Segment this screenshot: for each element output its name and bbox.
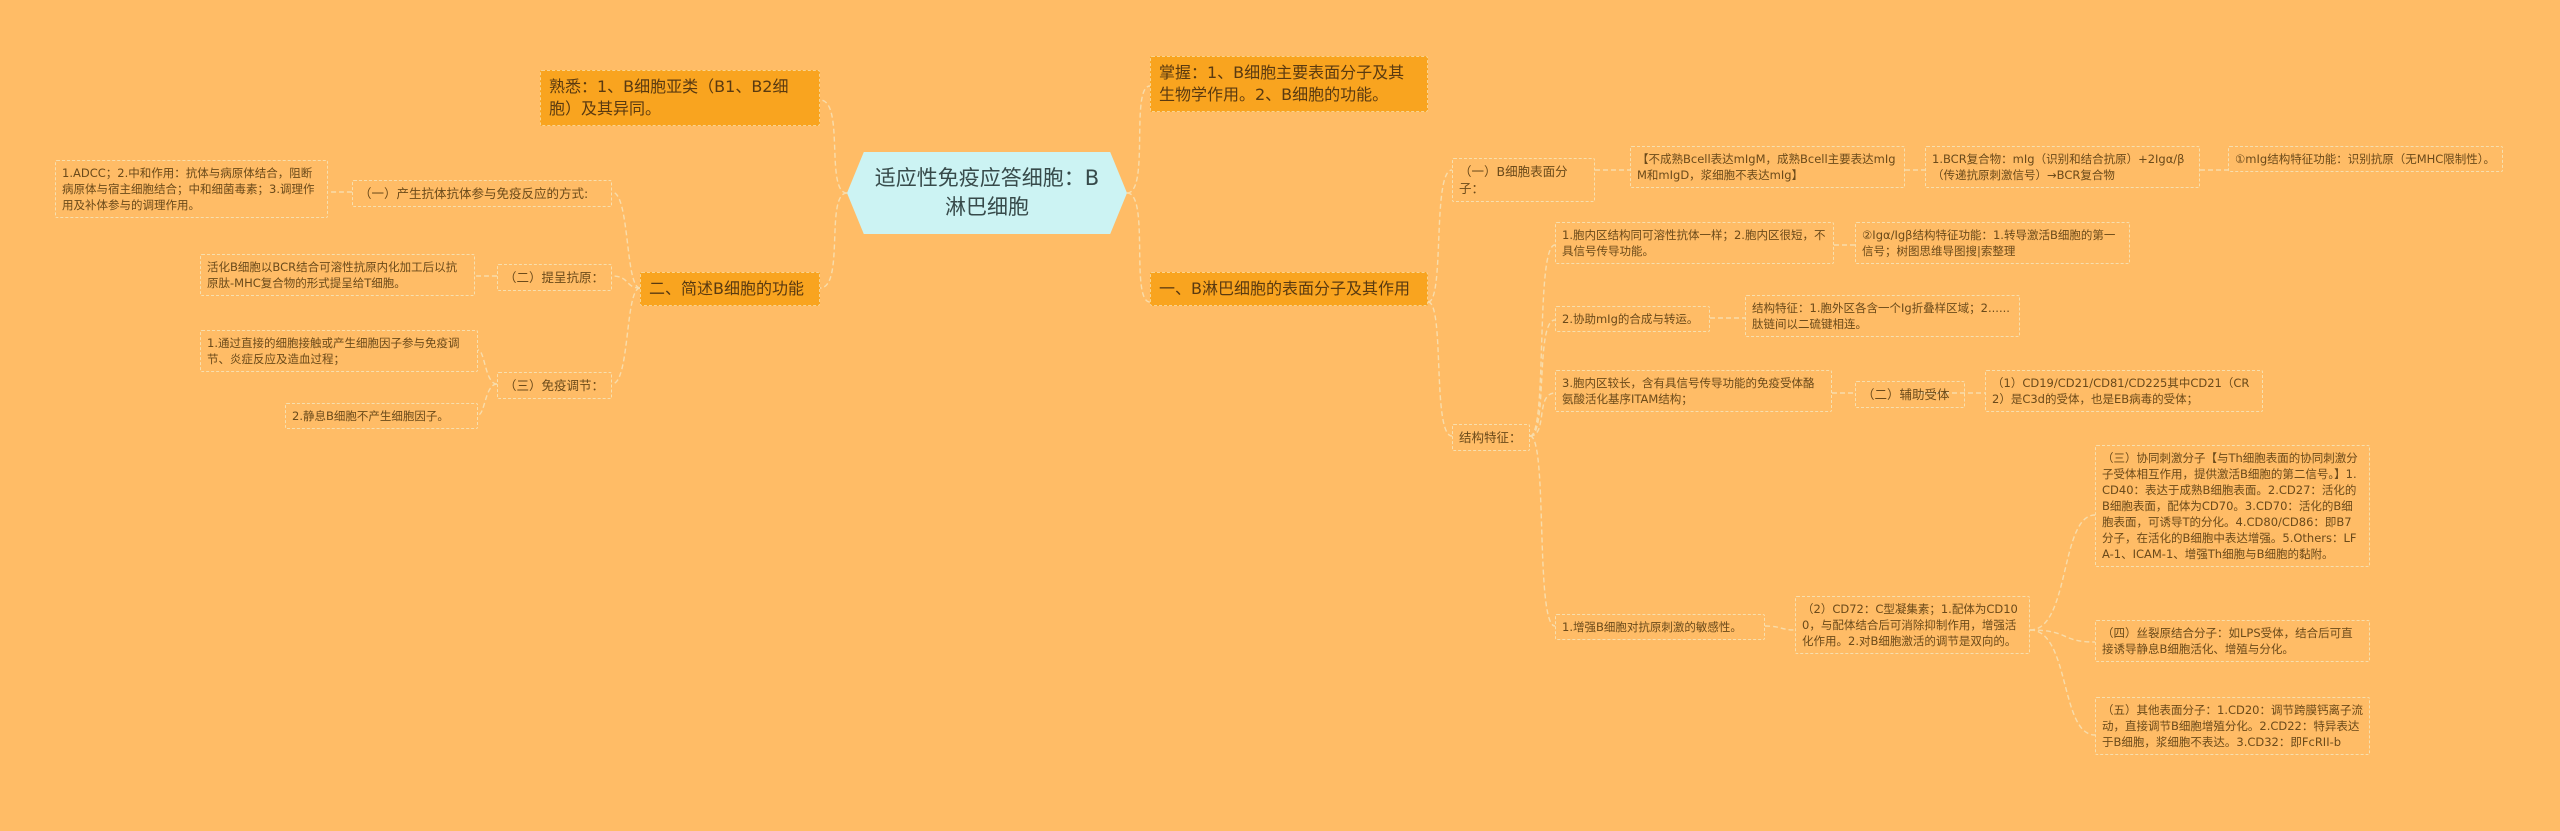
mitogen-binding-molecules: （四）丝裂原结合分子：如LPS受体，结合后可直接诱导静息B细胞活化、增殖与分化。 [2095,620,2370,662]
structure-item-2: 2.协助mIg的合成与转运。 [1555,306,1710,332]
structure-item-2-detail: 结构特征：1.胞外区各含一个Ig折叠样区域；2......肽链间以二硫键相连。 [1745,295,2020,337]
mind-map: 适应性免疫应答细胞：B淋巴细胞 熟悉：1、B细胞亚类（B1、B2细胞）及其异同。… [0,0,2560,831]
antibody-detail: 1.ADCC；2.中和作用：抗体与病原体结合，阻断病原体与宿主细胞结合；中和细菌… [55,160,328,218]
bcr-note-3: ①mIg结构特征功能：识别抗原（无MHC限制性）。 [2228,146,2503,172]
cd72-node: （2）CD72：C型凝集素；1.配体为CD100，与配体结合后可消除抑制作用，增… [1795,596,2030,654]
bcr-label[interactable]: （一）B细胞表面分子： [1452,158,1595,202]
antibody-label[interactable]: （一）产生抗体抗体参与免疫反应的方式: [352,180,612,207]
bcr-note-2: 1.BCR复合物：mIg（识别和结合抗原）+2Igα/β（传递抗原刺激信号）→B… [1925,146,2200,188]
structure-label[interactable]: 结构特征： [1452,424,1530,451]
coreceptor-label[interactable]: （二）辅助受体 [1855,381,1965,408]
cd19-complex: （1）CD19/CD21/CD81/CD225其中CD21（CR2）是C3d的受… [1985,370,2263,412]
antigen-detail: 活化B细胞以BCR结合可溶性抗原内化加工后以抗原肽-MHC复合物的形式提呈给T细… [200,254,475,296]
structure-item-3: 3.胞内区较长，含有具信号传导功能的免疫受体酪氨酸活化基序ITAM结构； [1555,370,1832,412]
immune-regulation-detail-2: 2.静息B细胞不产生细胞因子。 [285,403,478,429]
master-node[interactable]: 掌握：1、B细胞主要表面分子及其生物学作用。2、B细胞的功能。 [1150,56,1428,112]
antigen-label[interactable]: （二）提呈抗原： [497,264,612,291]
surface-molecules-node[interactable]: 一、B淋巴细胞的表面分子及其作用 [1150,272,1428,306]
costimulatory-molecules: （三）协同刺激分子【与Th细胞表面的协同刺激分子受体相互作用，提供激活B细胞的第… [2095,445,2370,567]
bcr-note-1: 【不成熟Bcell表达mIgM，成熟Bcell主要表达mIgM和mIgD，浆细胞… [1630,146,1905,188]
other-surface-molecules: （五）其他表面分子：1.CD20：调节跨膜钙离子流动，直接调节B细胞增殖分化。2… [2095,697,2370,755]
structure-item-1-detail: ②Igα/Igβ结构特征功能：1.转导激活B细胞的第一信号；树图思维导图搜|索整… [1855,222,2130,264]
structure-item-4: 1.增强B细胞对抗原刺激的敏感性。 [1555,614,1765,640]
root-topic[interactable]: 适应性免疫应答细胞：B淋巴细胞 [847,152,1127,234]
familiar-node[interactable]: 熟悉：1、B细胞亚类（B1、B2细胞）及其异同。 [540,70,820,126]
structure-item-1: 1.胞内区结构同可溶性抗体一样；2.胞内区很短，不具信号传导功能。 [1555,222,1834,264]
immune-regulation-detail-1: 1.通过直接的细胞接触或产生细胞因子参与免疫调节、炎症反应及造血过程； [200,330,478,372]
immune-regulation-label[interactable]: （三）免疫调节： [497,372,612,399]
functions-node[interactable]: 二、简述B细胞的功能 [640,272,820,306]
